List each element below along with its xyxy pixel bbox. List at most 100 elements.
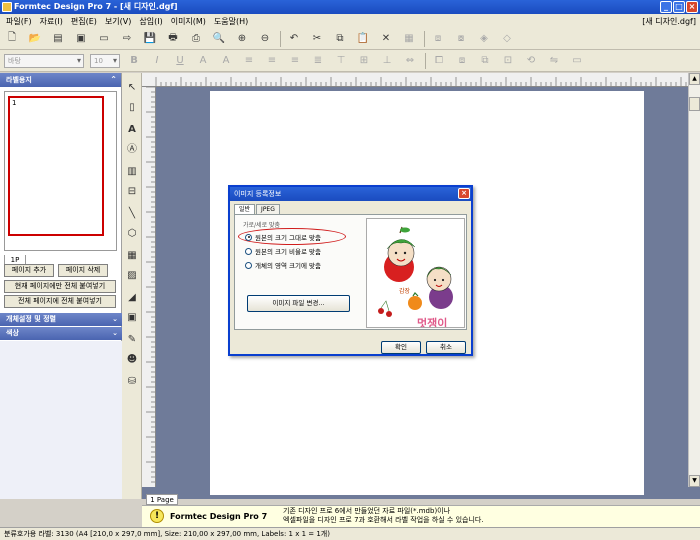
styled-text-tool-icon[interactable]: Ⓐ — [125, 143, 139, 157]
page-tab-1[interactable]: 1 Page — [146, 494, 178, 505]
group-icon[interactable]: ⧈ — [430, 31, 446, 47]
dialog-title-bar[interactable]: 이미지 등록정보 × — [230, 187, 471, 201]
paste-current-page-button[interactable]: 현재 페이지에만 전체 붙여넣기 — [4, 280, 116, 293]
barcode-tool-icon[interactable]: ▥ — [125, 165, 139, 179]
template-icon[interactable]: ▤ — [50, 31, 66, 47]
object-settings-section[interactable]: 개체설정 및 정렬 ⌄ — [0, 313, 122, 326]
main-toolbar: 🗋 📂 ▤ ▣ ▭ ⇨ 💾 🖶 ⎙ 🔍 ⊕ ⊖ ↶ ✂ ⧉ 📋 ✕ ▦ ⧈ ⧇ … — [0, 28, 700, 50]
svg-text:감장: 감장 — [399, 287, 411, 295]
new-file-icon[interactable]: 🗋 — [4, 31, 20, 47]
radio-original-size[interactable]: 원본의 크기 그대로 맞춤 — [245, 232, 321, 242]
italic-icon[interactable]: I — [149, 53, 165, 69]
font-size-combo[interactable]: 10 — [90, 53, 120, 68]
lock-icon[interactable]: ⊡ — [500, 53, 516, 69]
scroll-down-icon[interactable]: ▼ — [689, 475, 700, 487]
stamp-tool-icon[interactable]: ☻ — [125, 353, 139, 367]
select-all-icon[interactable]: ▦ — [401, 31, 417, 47]
radio-original-ratio[interactable]: 원본의 크기 비율로 맞춤 — [245, 246, 321, 256]
print-setup-icon[interactable]: ⎙ — [188, 31, 204, 47]
chart-tool-icon[interactable]: ◢ — [125, 291, 139, 305]
font-combo[interactable]: 바탕 — [4, 53, 84, 68]
menu-insert[interactable]: 삽입(I) — [135, 16, 166, 27]
paste-icon[interactable]: 📋 — [355, 31, 371, 47]
align-center-icon[interactable]: ≡ — [264, 53, 280, 69]
image-tool-icon[interactable]: ▣ — [125, 311, 139, 325]
send-back-icon[interactable]: ◇ — [499, 31, 515, 47]
label-icon[interactable]: ▣ — [73, 31, 89, 47]
shape-tool-icon[interactable]: ⬡ — [125, 227, 139, 241]
distribute-icon[interactable]: ⧈ — [454, 53, 470, 69]
menu-edit[interactable]: 편집(E) — [67, 16, 101, 27]
undo-icon[interactable]: ↶ — [286, 31, 302, 47]
print-icon[interactable]: 🖶 — [165, 31, 181, 47]
delete-page-button[interactable]: 페이지 삭제 — [58, 264, 108, 277]
color-section[interactable]: 색상 ⌄ — [0, 327, 122, 340]
zoom-out-icon[interactable]: ⊖ — [257, 31, 273, 47]
underline-icon[interactable]: U — [172, 53, 188, 69]
valign-bottom-icon[interactable]: ⊥ — [379, 53, 395, 69]
expand-down-icon: ⌄ — [112, 315, 118, 323]
ok-button[interactable]: 확인 — [381, 341, 421, 354]
paste-all-pages-button[interactable]: 전체 페이지에 전체 붙여넣기 — [4, 295, 116, 308]
ungroup-icon[interactable]: ⧇ — [453, 31, 469, 47]
menu-data[interactable]: 자료(I) — [36, 16, 67, 27]
table-tool-icon[interactable]: ▦ — [125, 249, 139, 263]
bold-icon[interactable]: B — [126, 53, 142, 69]
font-color-icon[interactable]: A — [195, 53, 211, 69]
add-page-button[interactable]: 페이지 추가 — [4, 264, 54, 277]
bring-front-icon[interactable]: ◈ — [476, 31, 492, 47]
tip-text: 기존 디자인 프로 6에서 만들었던 자료 파일(*.mdb)이나 엑셀파일을 … — [283, 507, 484, 524]
justify-icon[interactable]: ≣ — [310, 53, 326, 69]
scroll-up-icon[interactable]: ▲ — [689, 73, 700, 85]
cancel-button[interactable]: 취소 — [426, 341, 466, 354]
cut-icon[interactable]: ✂ — [309, 31, 325, 47]
copy-icon[interactable]: ⧉ — [332, 31, 348, 47]
minimize-button[interactable]: _ — [660, 1, 672, 13]
database-tool-icon[interactable]: ⛁ — [125, 375, 139, 389]
serial-number-tool-icon[interactable]: ⊟ — [125, 185, 139, 199]
blank-page-icon[interactable]: ▭ — [96, 31, 112, 47]
zoom-in-icon[interactable]: ⊕ — [234, 31, 250, 47]
export-icon[interactable]: ⇨ — [119, 31, 135, 47]
page-tool-icon[interactable]: ▯ — [125, 101, 139, 115]
radio-fit-object-area[interactable]: 개체의 영역 크기에 맞춤 — [245, 260, 321, 270]
menu-file[interactable]: 파일(F) — [2, 16, 36, 27]
dialog-close-button[interactable]: × — [458, 188, 470, 199]
align-objects-icon[interactable]: ⧠ — [431, 53, 447, 69]
close-button[interactable]: × — [686, 1, 698, 13]
valign-top-icon[interactable]: ⊤ — [333, 53, 349, 69]
gradient-tool-icon[interactable]: ▨ — [125, 269, 139, 283]
maximize-button[interactable]: □ — [673, 1, 685, 13]
flip-icon[interactable]: ⇋ — [546, 53, 562, 69]
format-toolbar: 바탕 10 B I U A A ≡ ≡ ≡ ≣ ⊤ ⊞ ⊥ ⇔ ⧠ ⧈ ⧉ ⊡ … — [0, 50, 700, 72]
expand-down-icon: ⌄ — [112, 329, 118, 337]
change-image-file-button[interactable]: 이미지 파일 변경... — [247, 295, 350, 312]
menu-image[interactable]: 이미지(M) — [167, 16, 210, 27]
toolbar-separator — [425, 52, 426, 69]
title-bar[interactable]: Formtec Design Pro 7 - [새 디자인.dgf] _ □ × — [0, 0, 700, 14]
save-icon[interactable]: 💾 — [142, 31, 158, 47]
menu-view[interactable]: 보기(V) — [101, 16, 135, 27]
line-tool-icon[interactable]: ╲ — [125, 207, 139, 221]
collapse-up-icon[interactable]: ⌃ — [110, 73, 117, 87]
same-size-icon[interactable]: ⧉ — [477, 53, 493, 69]
label-paper-header[interactable]: 라벨용지 ⌃ — [0, 73, 121, 87]
font-shadow-icon[interactable]: A — [218, 53, 234, 69]
text-tool-icon[interactable]: A — [125, 123, 139, 137]
open-folder-icon[interactable]: 📂 — [27, 31, 43, 47]
zoom-icon[interactable]: 🔍 — [211, 31, 227, 47]
image-preview: 감장 멋쟁이 — [366, 218, 465, 328]
align-right-icon[interactable]: ≡ — [287, 53, 303, 69]
pointer-tool-icon[interactable]: ↖ — [125, 81, 139, 95]
scroll-thumb[interactable] — [689, 97, 700, 111]
menu-help[interactable]: 도움말(H) — [210, 16, 252, 27]
clipart-tool-icon[interactable]: ✎ — [125, 333, 139, 347]
rotate-icon[interactable]: ⟲ — [523, 53, 539, 69]
more-icon[interactable]: ▭ — [569, 53, 585, 69]
valign-middle-icon[interactable]: ⊞ — [356, 53, 372, 69]
delete-icon[interactable]: ✕ — [378, 31, 394, 47]
spacing-icon[interactable]: ⇔ — [402, 53, 418, 69]
page-thumbnail[interactable]: 1 — [8, 96, 104, 236]
align-left-icon[interactable]: ≡ — [241, 53, 257, 69]
vertical-scrollbar[interactable]: ▲ ▼ — [688, 73, 700, 487]
